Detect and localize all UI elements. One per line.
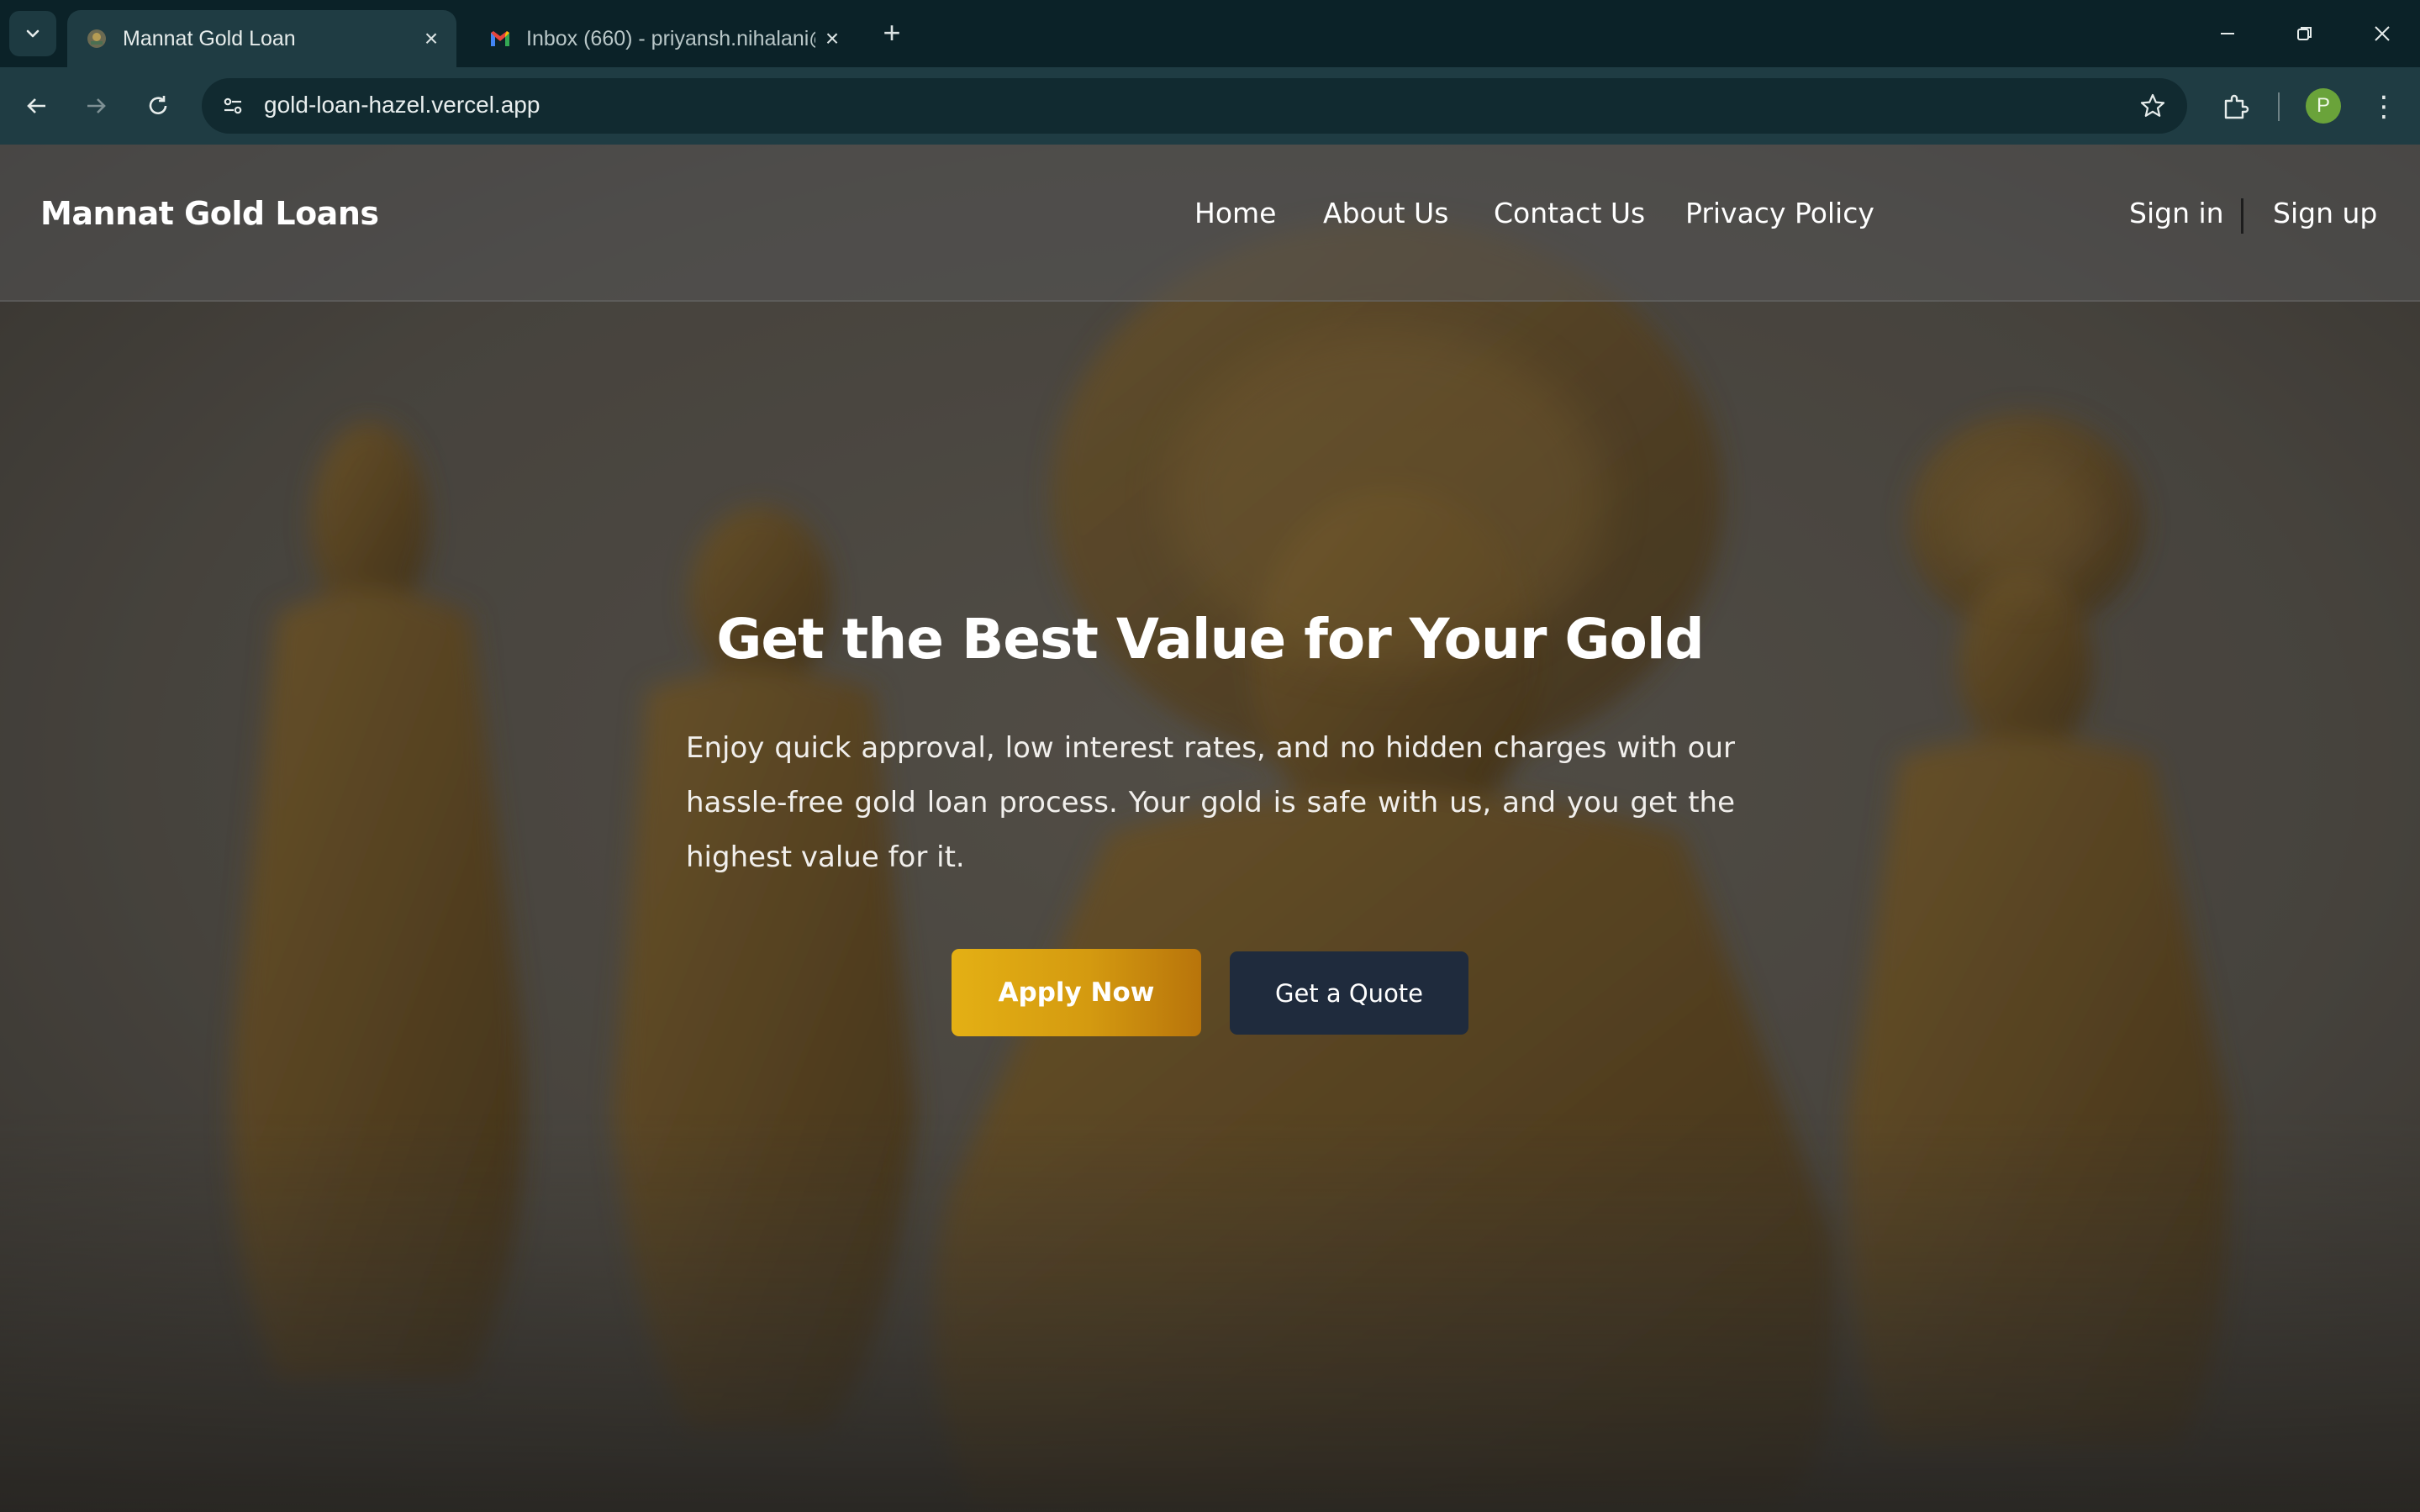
tab-gmail-inbox[interactable]: Inbox (660) - priyansh.nihalani@ ×	[471, 10, 857, 67]
close-icon	[2375, 26, 2390, 41]
apply-now-button[interactable]: Apply Now	[952, 949, 1201, 1036]
sign-in-link[interactable]: Sign in	[2129, 197, 2224, 229]
nav-link-contact-us[interactable]: Contact Us	[1494, 197, 1645, 229]
reload-icon	[149, 96, 167, 114]
url-text[interactable]: gold-loan-hazel.vercel.app	[264, 92, 540, 119]
minimize-button[interactable]	[2194, 8, 2261, 59]
hero-heading: Get the Best Value for Your Gold	[716, 607, 1705, 672]
close-tab-icon[interactable]: ×	[815, 22, 849, 55]
site-favicon-icon	[87, 29, 106, 48]
browser-toolbar: gold-loan-hazel.vercel.app P ⋮	[0, 67, 2420, 145]
close-window-button[interactable]	[2349, 8, 2416, 59]
profile-avatar[interactable]: P	[2306, 88, 2341, 124]
new-tab-plus-icon[interactable]: +	[874, 15, 909, 50]
tab-title: Inbox (660) - priyansh.nihalani@	[526, 26, 815, 50]
toolbar-divider	[2278, 92, 2280, 121]
tab-mannat-gold-loan[interactable]: Mannat Gold Loan ×	[67, 10, 456, 67]
bookmark-star-icon[interactable]	[2135, 88, 2170, 124]
minimize-icon	[2221, 33, 2234, 34]
hero-description: Enjoy quick approval, low interest rates…	[686, 731, 1735, 874]
site-logo-text[interactable]: Mannat Gold Loans	[40, 195, 379, 232]
auth-divider	[2241, 198, 2243, 234]
arrow-right-icon	[87, 98, 106, 113]
tab-strip: Mannat Gold Loan × Inbox (660) - priyans…	[0, 0, 2420, 67]
site-info-button[interactable]	[214, 87, 252, 125]
forward-button[interactable]	[74, 84, 118, 128]
chevron-down-icon	[26, 29, 40, 38]
restore-button[interactable]	[2271, 8, 2338, 59]
address-bar[interactable]: gold-loan-hazel.vercel.app	[202, 78, 2187, 134]
restore-icon	[2297, 27, 2312, 40]
close-tab-icon[interactable]: ×	[414, 22, 448, 55]
web-page: Mannat Gold Loans Home About Us Contact …	[0, 145, 2420, 1512]
tune-icon	[224, 97, 242, 114]
tab-search-button[interactable]	[9, 11, 56, 56]
site-header: Mannat Gold Loans Home About Us Contact …	[0, 145, 2420, 302]
get-a-quote-button[interactable]: Get a Quote	[1230, 951, 1468, 1035]
arrow-left-icon	[27, 98, 45, 113]
more-menu-icon[interactable]: ⋮	[2367, 86, 2401, 128]
nav-link-about-us[interactable]: About Us	[1323, 197, 1448, 229]
nav-link-home[interactable]: Home	[1194, 197, 1276, 229]
tab-title: Mannat Gold Loan	[123, 26, 296, 50]
gmail-icon	[491, 31, 509, 46]
browser-chrome: Mannat Gold Loan × Inbox (660) - priyans…	[0, 0, 2420, 145]
reload-button[interactable]	[136, 84, 180, 128]
sign-up-link[interactable]: Sign up	[2273, 197, 2377, 229]
extensions-puzzle-icon[interactable]	[2214, 86, 2256, 128]
back-button[interactable]	[15, 84, 59, 128]
nav-link-privacy-policy[interactable]: Privacy Policy	[1685, 197, 1874, 229]
